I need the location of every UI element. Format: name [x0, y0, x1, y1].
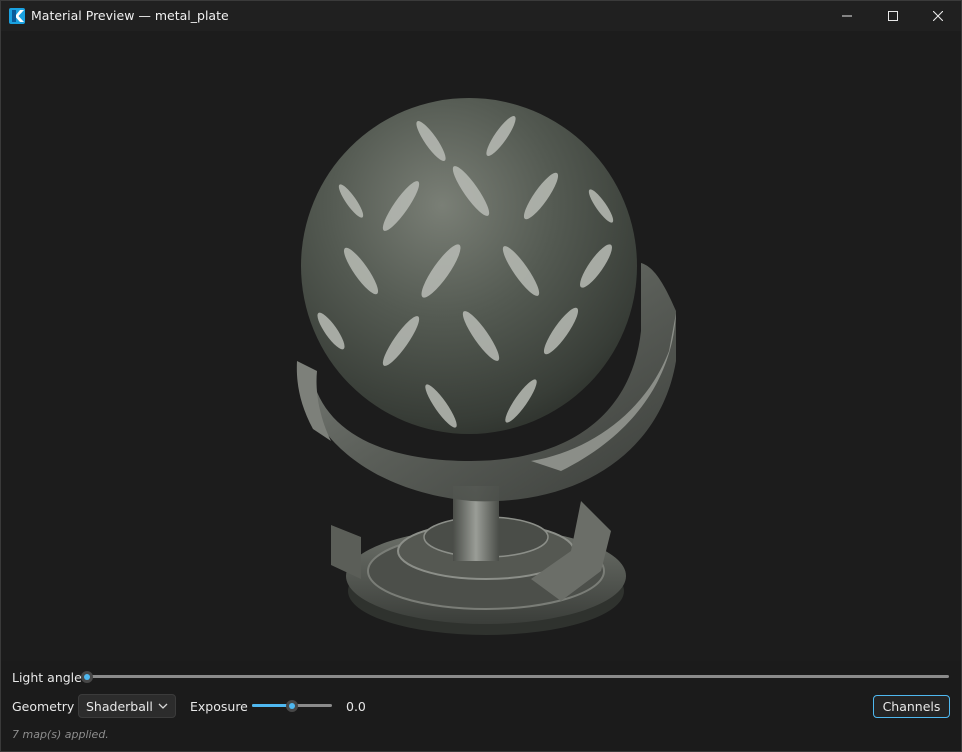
geometry-selected-value: Shaderball — [86, 699, 153, 714]
close-icon — [933, 11, 943, 21]
preview-viewport[interactable] — [1, 31, 961, 661]
light-angle-slider[interactable] — [81, 669, 951, 685]
maximize-icon — [888, 11, 898, 21]
exposure-value: 0.0 — [346, 699, 366, 714]
maximize-button[interactable] — [870, 1, 916, 31]
app-logo-icon — [9, 8, 25, 24]
close-button[interactable] — [915, 1, 961, 31]
status-text: 7 map(s) applied. — [12, 728, 109, 741]
geometry-label: Geometry — [12, 699, 75, 714]
minimize-icon — [842, 15, 852, 17]
exposure-label: Exposure — [190, 699, 248, 714]
material-preview-window: Material Preview — metal_plate Light ang… — [0, 0, 962, 752]
channels-button[interactable]: Channels — [873, 695, 950, 718]
light-angle-label: Light angle — [12, 670, 82, 685]
light-angle-thumb[interactable] — [81, 671, 93, 683]
title-bar: Material Preview — metal_plate — [1, 1, 961, 31]
geometry-dropdown[interactable]: Shaderball — [78, 694, 176, 718]
exposure-slider[interactable] — [252, 698, 332, 714]
minimize-button[interactable] — [824, 1, 870, 31]
window-title: Material Preview — metal_plate — [31, 8, 229, 23]
light-angle-track — [87, 675, 949, 678]
exposure-thumb[interactable] — [286, 700, 298, 712]
shaderball-preview — [296, 98, 676, 635]
chevron-down-icon — [158, 703, 168, 709]
